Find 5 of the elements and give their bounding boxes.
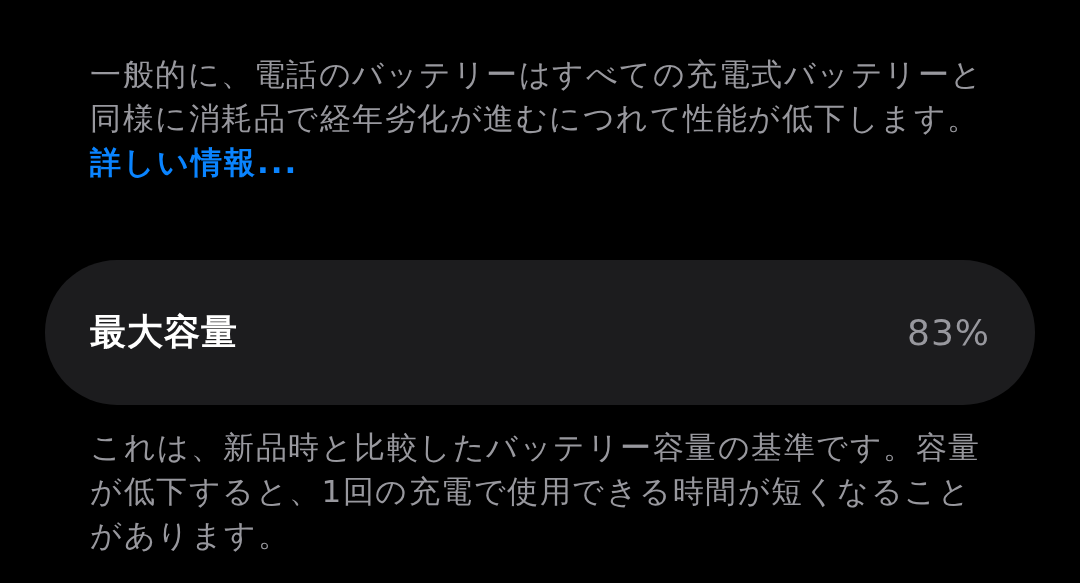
intro-text: 一般的に、電話のバッテリーはすべての充電式バッテリーと同様に消耗品で経年劣化が進むにつれて性能が低下します。 [90,55,985,138]
learn-more-link[interactable]: 詳しい情報... [90,140,299,184]
footnote-text: これは、新品時と比較したバッテリー容量の基準です。容量が低下すると、1回の充電で使用できる時間が短くなることがあります。 [90,428,982,555]
capacity-value: 83% [907,312,990,353]
capacity-label: 最大容量 [90,310,238,354]
